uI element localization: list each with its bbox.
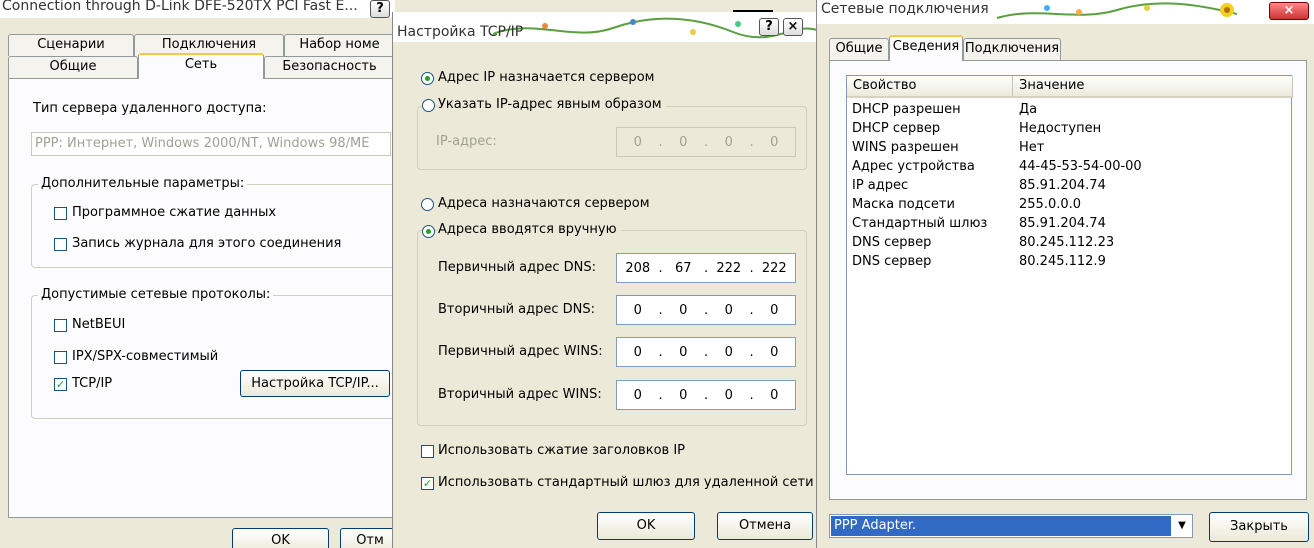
tab-general[interactable]: Общие xyxy=(8,56,138,78)
row-value: 80.245.112.9 xyxy=(1019,254,1106,269)
dns2-label: Вторичный адрес DNS: xyxy=(438,302,596,317)
table-row[interactable]: DHCP разрешен Да xyxy=(847,100,1291,119)
row-value: 44-45-53-54-00-00 xyxy=(1019,159,1142,174)
row-property: Маска подсети xyxy=(852,197,955,212)
dns-auto-label: Адреса назначаются сервером xyxy=(438,196,650,211)
table-row[interactable]: DNS сервер 80.245.112.9 xyxy=(847,252,1291,271)
table-row[interactable]: DNS сервер 80.245.112.23 xyxy=(847,233,1291,252)
server-type-select[interactable]: PPP: Интернет, Windows 2000/NT, Windows … xyxy=(31,132,391,156)
table-row[interactable]: DHCP сервер Недоступен xyxy=(847,119,1291,138)
tab-dialing[interactable]: Набор номе xyxy=(284,34,395,56)
column-header-property[interactable]: Свойство xyxy=(847,76,1013,98)
dns-wins-group: Адреса вводятся вручную Первичный адрес … xyxy=(417,222,807,426)
status-window-title: Сетевые подключения xyxy=(821,1,989,17)
row-property: DHCP сервер xyxy=(852,121,941,136)
ipx-checkbox[interactable] xyxy=(54,351,67,364)
help-button[interactable]: ? xyxy=(370,0,390,18)
row-property: IP адрес xyxy=(852,178,909,193)
row-property: WINS разрешен xyxy=(852,140,959,155)
dns-manual-radio[interactable] xyxy=(422,225,435,238)
wins1-field[interactable]: 0. 0. 0. 0 xyxy=(616,337,796,367)
tcpip-settings-button[interactable]: Настройка TCP/IP... xyxy=(240,370,390,397)
table-row[interactable]: Стандартный шлюз 85.91.204.74 xyxy=(847,214,1291,233)
column-header-value[interactable]: Значение xyxy=(1013,76,1293,98)
tab-scenarios[interactable]: Сценарии xyxy=(8,34,134,56)
netbeui-label: NetBEUI xyxy=(72,317,126,332)
netbeui-checkbox[interactable] xyxy=(54,319,67,332)
cancel-button[interactable]: Отм xyxy=(340,528,395,548)
dialog-ok-button[interactable]: OK xyxy=(597,512,695,540)
tab-connections-status[interactable]: Подключения xyxy=(963,38,1061,60)
tcpip-label: TCP/IP xyxy=(72,376,113,391)
dialog-close-button[interactable]: × xyxy=(783,18,803,36)
row-value: 80.245.112.23 xyxy=(1019,235,1115,250)
header-compression-label: Использовать сжатие заголовков IP xyxy=(438,443,685,458)
status-titlebar: Сетевые подключения xyxy=(817,0,1314,24)
wins1-label: Первичный адрес WINS: xyxy=(438,344,603,359)
dns1-field[interactable]: 208. 67. 222. 222 xyxy=(616,253,796,283)
table-row[interactable]: Маска подсети 255.0.0.0 xyxy=(847,195,1291,214)
dialog-title: Настройка TCP/IP xyxy=(397,24,524,40)
tab-details[interactable]: Сведения xyxy=(889,35,963,61)
ip-address-field[interactable]: 0. 0. 0. 0 xyxy=(616,127,796,157)
advanced-options-group: Дополнительные параметры: Программное сж… xyxy=(31,176,395,268)
log-connection-checkbox[interactable] xyxy=(54,238,67,251)
row-value: 255.0.0.0 xyxy=(1019,197,1082,212)
ip-manual-label: Указать IP-адрес явным образом xyxy=(438,97,666,112)
row-value: 85.91.204.74 xyxy=(1019,178,1106,193)
tcpip-settings-dialog: Настройка TCP/IP ? × Адрес IP назначаетс… xyxy=(392,12,816,548)
software-compression-checkbox[interactable] xyxy=(54,207,67,220)
default-gateway-checkbox[interactable]: ✓ xyxy=(421,477,434,490)
server-type-label: Тип сервера удаленного доступа: xyxy=(33,101,267,116)
ipx-label: IPX/SPX-совместимый xyxy=(72,349,219,364)
ip-manual-radio[interactable] xyxy=(422,99,435,112)
dialog-titlebar: Настройка TCP/IP xyxy=(393,12,816,42)
status-close-button[interactable]: × xyxy=(1269,2,1309,20)
header-compression-checkbox[interactable] xyxy=(421,445,434,458)
tab-security[interactable]: Безопасность xyxy=(264,56,395,78)
row-property: Стандартный шлюз xyxy=(852,216,988,231)
tab-network[interactable]: Сеть xyxy=(138,53,264,79)
row-property: DHCP разрешен xyxy=(852,102,961,117)
details-list[interactable]: Свойство Значение DHCP разрешен Да DHCP се… xyxy=(846,75,1293,475)
chevron-down-icon[interactable]: ▼ xyxy=(1173,516,1191,536)
dialog-cancel-button[interactable]: Отмена xyxy=(717,512,813,540)
network-tab-panel: Тип сервера удаленного доступа: PPP: Инт… xyxy=(8,78,395,518)
row-property: DNS сервер xyxy=(852,254,932,269)
row-value: 85.91.204.74 xyxy=(1019,216,1106,231)
tab-general-status[interactable]: Общие xyxy=(829,38,889,60)
ok-button[interactable]: OK xyxy=(232,528,329,548)
table-row[interactable]: Адрес устройства 44-45-53-54-00-00 xyxy=(847,157,1291,176)
dialog-help-button[interactable]: ? xyxy=(759,18,779,36)
network-connections-window: Сетевые подключения × Общие Сведения Под… xyxy=(816,0,1314,548)
software-compression-label: Программное сжатие данных xyxy=(72,205,277,220)
row-value: Нет xyxy=(1019,140,1045,155)
adapter-select[interactable]: PPP Adapter. ▼ xyxy=(829,514,1193,538)
wins2-label: Вторичный адрес WINS: xyxy=(438,387,602,402)
table-row[interactable]: IP адрес 85.91.204.74 xyxy=(847,176,1291,195)
log-connection-label: Запись журнала для этого соединения xyxy=(72,236,342,251)
ip-auto-radio[interactable] xyxy=(421,72,434,85)
window-title: Connection through D-Link DFE-520TX PCI … xyxy=(0,0,395,18)
table-row[interactable]: WINS разрешен Нет xyxy=(847,138,1291,157)
dns-auto-radio[interactable] xyxy=(421,198,434,211)
adapter-select-value: PPP Adapter. xyxy=(831,516,1171,536)
row-value: Да xyxy=(1019,102,1038,117)
network-protocols-group: Допустимые сетевые протоколы: NetBEUI IP… xyxy=(31,287,395,419)
row-value: Недоступен xyxy=(1019,121,1102,136)
ip-address-group: Указать IP-адрес явным образом IP-адрес:… xyxy=(417,97,807,170)
default-gateway-label: Использовать стандартный шлюз для удален… xyxy=(438,475,814,490)
dns1-label: Первичный адрес DNS: xyxy=(438,260,597,275)
ip-auto-label: Адрес IP назначается сервером xyxy=(438,70,655,85)
row-property: DNS сервер xyxy=(852,235,932,250)
dns-manual-label: Адреса вводятся вручную xyxy=(438,222,621,237)
close-button[interactable]: Закрыть xyxy=(1209,512,1309,542)
ip-address-label: IP-адрес: xyxy=(436,134,497,149)
row-property: Адрес устройства xyxy=(852,159,975,174)
details-tab-panel: Свойство Значение DHCP разрешен Да DHCP се… xyxy=(829,60,1307,500)
connection-properties-window: Connection through D-Link DFE-520TX PCI … xyxy=(0,0,395,548)
wins2-field[interactable]: 0. 0. 0. 0 xyxy=(616,380,796,410)
dns2-field[interactable]: 0. 0. 0. 0 xyxy=(616,295,796,325)
tcpip-checkbox[interactable]: ✓ xyxy=(54,378,67,391)
